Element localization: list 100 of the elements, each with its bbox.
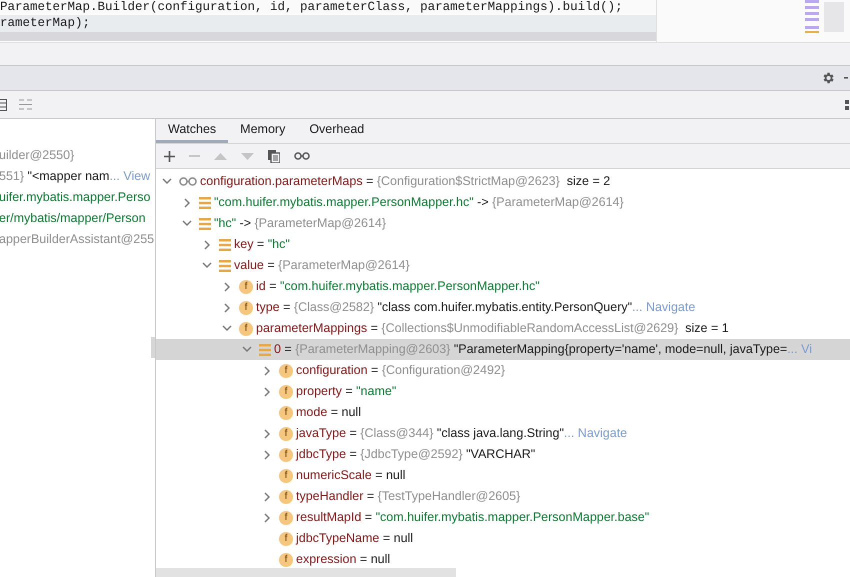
chevron-right-icon[interactable] [264,450,270,460]
value-text: = null [358,551,390,568]
value-text: = [370,362,380,380]
field-icon: f [279,426,293,440]
chevron-right-icon[interactable] [204,240,210,250]
chevron-right-icon[interactable] [264,512,270,522]
value-text: size = 1 [684,320,729,338]
chevron-right-icon[interactable] [264,386,270,396]
panel-tab[interactable]: Watches [156,119,228,143]
field-icon: f [279,384,293,398]
tree-row[interactable]: f resultMapId = "com.huifer.mybatis.mapper.PersonMapper.base" [156,507,850,528]
value-text: = null [330,404,361,422]
value-text: "<mapper nam [28,168,110,186]
tree-row[interactable]: f id = "com.huifer.mybatis.mapper.PersonMapper.hc" [156,276,850,297]
tree-row[interactable]: f configuration = {Configuration@2492} [156,360,850,381]
scrollbar-thumb[interactable] [151,337,155,358]
string-value: "com.huifer.mybatis.mapper.PersonMapper.hc" [280,278,540,296]
chevron-right-icon[interactable] [264,428,270,438]
object-reference: {Class@2582} [294,299,374,316]
field-icon: f [239,300,253,314]
object-reference: {Collections$UnmodifiableRandomAccessList@2629} [381,320,678,338]
object-reference: {TestTypeHandler@2605} [378,488,520,506]
tree-row[interactable]: f numericScale = null [156,465,850,486]
value-text: = [268,278,278,296]
value-text: = [344,383,354,400]
field-icon: f [279,364,293,378]
tree-row[interactable]: f jdbcTypeName = null [156,528,850,549]
variable-name: resultMapId [296,509,362,526]
chevron-right-icon[interactable] [264,492,270,502]
object-reference: {JdbcType@2592} [360,446,463,464]
tree-row[interactable]: f mode = null [156,402,850,423]
panel-tab[interactable]: Memory [228,119,298,143]
chevron-right-icon[interactable] [224,302,230,312]
glasses-icon[interactable] [294,152,310,160]
tree-row[interactable]: configuration.parameterMaps = {Configuration$StrictMap@2623} size = 2 [156,171,850,192]
chevron-down-icon[interactable] [242,346,252,353]
value-text: = [348,446,358,464]
tree-row[interactable]: "com.huifer.mybatis.mapper.PersonMapper.hc" -> {ParameterMap@2614} [156,192,850,213]
field-icon: f [239,322,253,336]
variable-name: type [256,299,280,316]
chevron-down-icon[interactable] [202,262,212,269]
chevron-right-icon[interactable] [184,198,190,208]
tree-row[interactable]: f typeHandler = {TestTypeHandler@2605} [156,486,850,507]
object-reference: {Configuration@2492} [382,362,506,380]
object-reference: {Configuration$StrictMap@2623} [376,173,560,190]
tree-row[interactable]: "hc" -> {ParameterMap@2614} [156,213,850,234]
variable-name: numericScale [296,467,372,484]
variable-name: 0 [274,341,281,358]
value-text: -> [238,215,252,232]
variable-name: parameterMappings [256,320,368,338]
tree-row[interactable]: f javaType = {Class@344} "class java.lang.String"... Navigate [156,423,850,444]
list-icon[interactable] [19,99,32,110]
field-icon: f [239,280,253,294]
value-text: = null [374,467,406,484]
chevron-right-icon[interactable] [224,282,230,292]
tree-row[interactable]: 0 = {ParameterMapping@2603} "ParameterMapping{property='name', mode=null, javaType=... Vi [156,339,850,360]
tree-row[interactable]: f property = "name" [156,381,850,402]
string-value: uifer.mybatis.mapper.Perso [0,189,150,206]
chevron-down-icon[interactable] [162,178,172,185]
list-entry-icon [219,260,231,272]
tree-row[interactable]: value = {ParameterMap@2614} [156,255,850,276]
value-text: "VARCHAR" [465,446,536,464]
editor-scrollbar[interactable] [0,32,656,41]
horizontal-scrollbar[interactable] [156,568,456,577]
field-icon: f [279,468,293,482]
value-text: -> [476,194,490,212]
code-line: ParameterMap.Builder(configuration, id, parameterClass, parameterMappings).build(); [0,0,624,15]
settings-icon[interactable] [821,71,835,85]
panel-tab[interactable]: Overhead [297,119,376,143]
object-reference: {ParameterMap@2614} [492,194,624,212]
tree-row[interactable]: f type = {Class@2582} "class com.huifer.mybatis.entity.PersonQuery"... Navigate [156,297,850,318]
string-value: "hc" [214,215,236,232]
variable-name: configuration [296,362,368,380]
value-text: = [283,341,293,358]
variable-name: id [256,278,266,296]
chevron-down-icon[interactable] [222,325,232,332]
chevron-right-icon[interactable] [264,366,270,376]
tree-row[interactable]: key = "hc" [156,234,850,255]
field-icon: f [279,448,293,462]
field-icon: f [279,510,293,524]
string-value: "com.huifer.mybatis.mapper.PersonMapper.base" [376,509,650,526]
value-text: = [256,236,266,254]
field-icon: f [279,532,293,546]
add-icon[interactable] [164,150,175,162]
variable-name: typeHandler [296,488,364,506]
tree-row[interactable]: f expression = null [156,549,850,570]
list-entry-icon [219,238,231,250]
chevron-down-icon[interactable] [182,220,192,227]
value-text: = [348,425,358,442]
object-reference: uilder@2550} [0,147,74,164]
copy-icon[interactable] [268,150,280,162]
tree-row[interactable]: f jdbcType = {JdbcType@2592} "VARCHAR" [156,444,850,465]
variable-name: configuration.parameterMaps [200,173,363,190]
variable-name: mode [296,404,328,422]
tree-row[interactable]: f parameterMappings = {Collections$UnmodifiableRandomAccessList@2629} size = 1 [156,318,850,339]
variable-name: value [234,257,264,274]
value-text: = [282,299,292,316]
string-value: "hc" [268,236,290,254]
list-entry-icon [199,218,211,230]
variable-name: javaType [296,425,346,442]
